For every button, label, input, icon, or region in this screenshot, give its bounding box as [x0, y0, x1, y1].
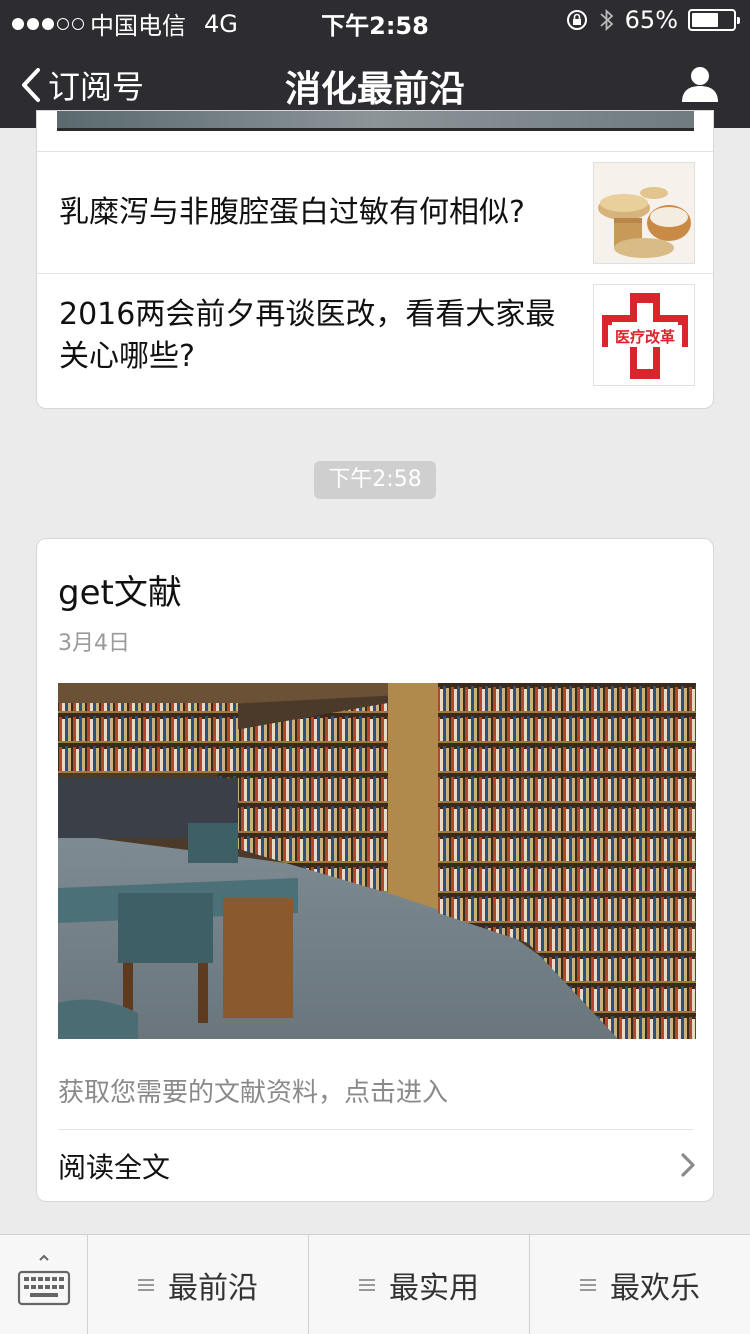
- article-title: 2016两会前夕再谈医改，看看大家最关心哪些?: [59, 297, 556, 374]
- menu-lines-icon: [580, 1279, 596, 1291]
- rotation-lock-icon: [566, 10, 587, 30]
- menu-item-zuihuanle[interactable]: 最欢乐: [530, 1235, 750, 1334]
- article-date: 3月4日: [58, 631, 130, 656]
- status-right: 65%: [565, 6, 740, 34]
- status-bar: 中国电信 4G 下午2:58 65%: [0, 0, 750, 40]
- battery-percent: 65%: [624, 6, 678, 34]
- menu-item-zuishiyong[interactable]: 最实用: [309, 1235, 530, 1334]
- back-button[interactable]: 订阅号: [20, 62, 144, 108]
- reform-logo-text: 医疗改革: [615, 328, 675, 346]
- library-photo-icon: [58, 683, 696, 1039]
- article-item[interactable]: 乳糜泻与非腹腔蛋白过敏有何相似?: [37, 152, 713, 274]
- menu-label: 最前沿: [168, 1271, 258, 1306]
- message-timestamp: 下午2:58: [314, 461, 436, 499]
- bottom-menu: 最前沿 最实用 最欢乐: [0, 1234, 750, 1334]
- cover-image-edge: [57, 111, 694, 131]
- menu-lines-icon: [359, 1279, 375, 1291]
- menu-lines-icon: [138, 1279, 154, 1291]
- keyboard-icon: [17, 1254, 71, 1306]
- grains-thumbnail: [593, 162, 695, 264]
- medical-reform-logo-icon: 医疗改革: [594, 285, 694, 385]
- menu-label: 最实用: [389, 1271, 479, 1306]
- bluetooth-icon: [600, 8, 613, 32]
- chevron-left-icon: [22, 68, 40, 102]
- article-card[interactable]: get文献 3月4日 获取您需要的文献资料，点击进入 阅读全文: [36, 538, 714, 1202]
- menu-item-zuiqianyan[interactable]: 最前沿: [88, 1235, 309, 1334]
- battery-icon: [688, 9, 740, 31]
- article-title: get文献: [58, 573, 182, 613]
- article-item[interactable]: 2016两会前夕再谈医改，看看大家最关心哪些? 医疗改革: [37, 274, 713, 408]
- medical-reform-thumbnail: 医疗改革: [593, 284, 695, 386]
- grains-photo-icon: [594, 163, 694, 263]
- profile-icon[interactable]: [680, 64, 720, 104]
- keyboard-toggle-button[interactable]: [0, 1235, 88, 1334]
- menu-label: 最欢乐: [610, 1271, 700, 1306]
- article-list-card: 乳糜泻与非腹腔蛋白过敏有何相似? 2016两会前夕再谈医改，看看大家最关心哪些?: [36, 110, 714, 409]
- article-description: 获取您需要的文献资料，点击进入: [58, 1078, 449, 1108]
- read-full-article-link[interactable]: 阅读全文: [37, 1130, 713, 1201]
- back-label: 订阅号: [48, 68, 145, 106]
- library-image: [58, 683, 696, 1039]
- read-full-label: 阅读全文: [58, 1151, 171, 1184]
- top-bar: 中国电信 4G 下午2:58 65% 订阅号 消化最前沿: [0, 0, 750, 128]
- chevron-right-icon: [681, 1153, 695, 1177]
- article-title: 乳糜泻与非腹腔蛋白过敏有何相似?: [59, 195, 525, 230]
